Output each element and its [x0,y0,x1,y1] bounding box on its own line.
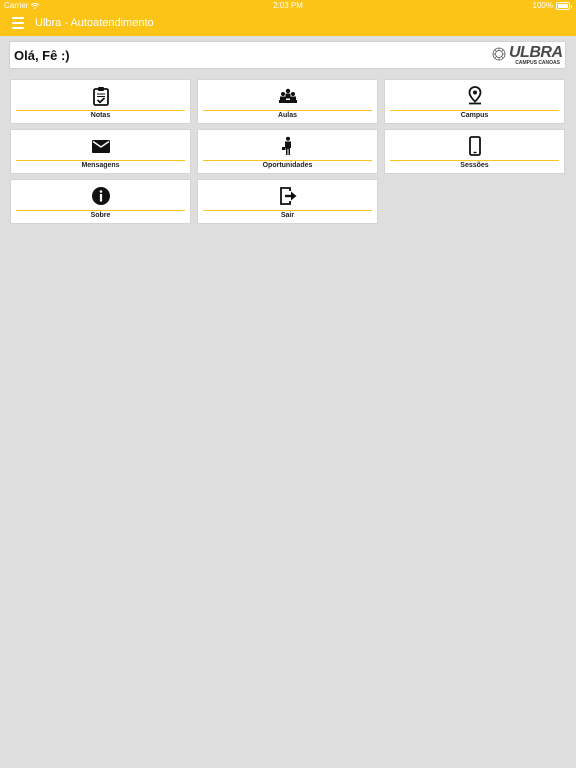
logout-icon [280,187,297,205]
smartphone-icon [469,136,481,156]
ulbra-logo: ULBRA CAMPUS CANOAS [492,44,563,67]
tile-oportunidades[interactable]: Oportunidades [197,129,378,174]
app-bar: Ulbra - Autoatendimento [0,12,576,36]
tile-label: Aulas [277,112,298,119]
tile-sair[interactable]: Sair [197,179,378,224]
tile-label: Sobre [90,212,111,219]
tile-label: Notas [90,112,111,119]
businessman-icon [282,136,291,155]
battery-icon [556,2,570,10]
envelope-icon [92,140,110,153]
app-header: Carrier 2:03 PM 100% Ulbra - Autoatendim… [0,0,576,36]
tile-label: Campus [460,112,489,119]
tile-label: Sair [280,212,295,219]
tile-label: Sessões [460,162,489,169]
tile-mensagens[interactable]: Mensagens [10,129,191,174]
tile-campus[interactable]: Campus [384,79,565,124]
tile-aulas[interactable]: Aulas [197,79,378,124]
seal-icon [492,47,506,61]
tile-label: Oportunidades [262,162,313,169]
group-icon [279,88,297,103]
map-pin-icon [468,86,482,105]
clipboard-check-icon [93,87,109,106]
battery-tip [571,4,572,8]
hamburger-menu-icon[interactable] [10,16,26,30]
app-title: Ulbra - Autoatendimento [35,17,154,29]
tile-notas[interactable]: Notas [10,79,191,124]
tile-sessoes[interactable]: Sessões [384,129,565,174]
info-icon [92,187,110,205]
greeting-card: Olá, Fê :) ULBRA CAMPUS CANOAS [9,41,566,69]
tile-label: Mensagens [81,162,120,169]
tile-sobre[interactable]: Sobre [10,179,191,224]
battery-percent: 100% [532,1,553,10]
logo-subtitle: CAMPUS CANOAS [515,60,560,66]
status-bar: Carrier 2:03 PM 100% [0,0,576,12]
greeting-text: Olá, Fê :) [14,48,70,63]
battery-indicator: 100% [533,0,572,12]
status-time: 2:03 PM [273,1,303,10]
